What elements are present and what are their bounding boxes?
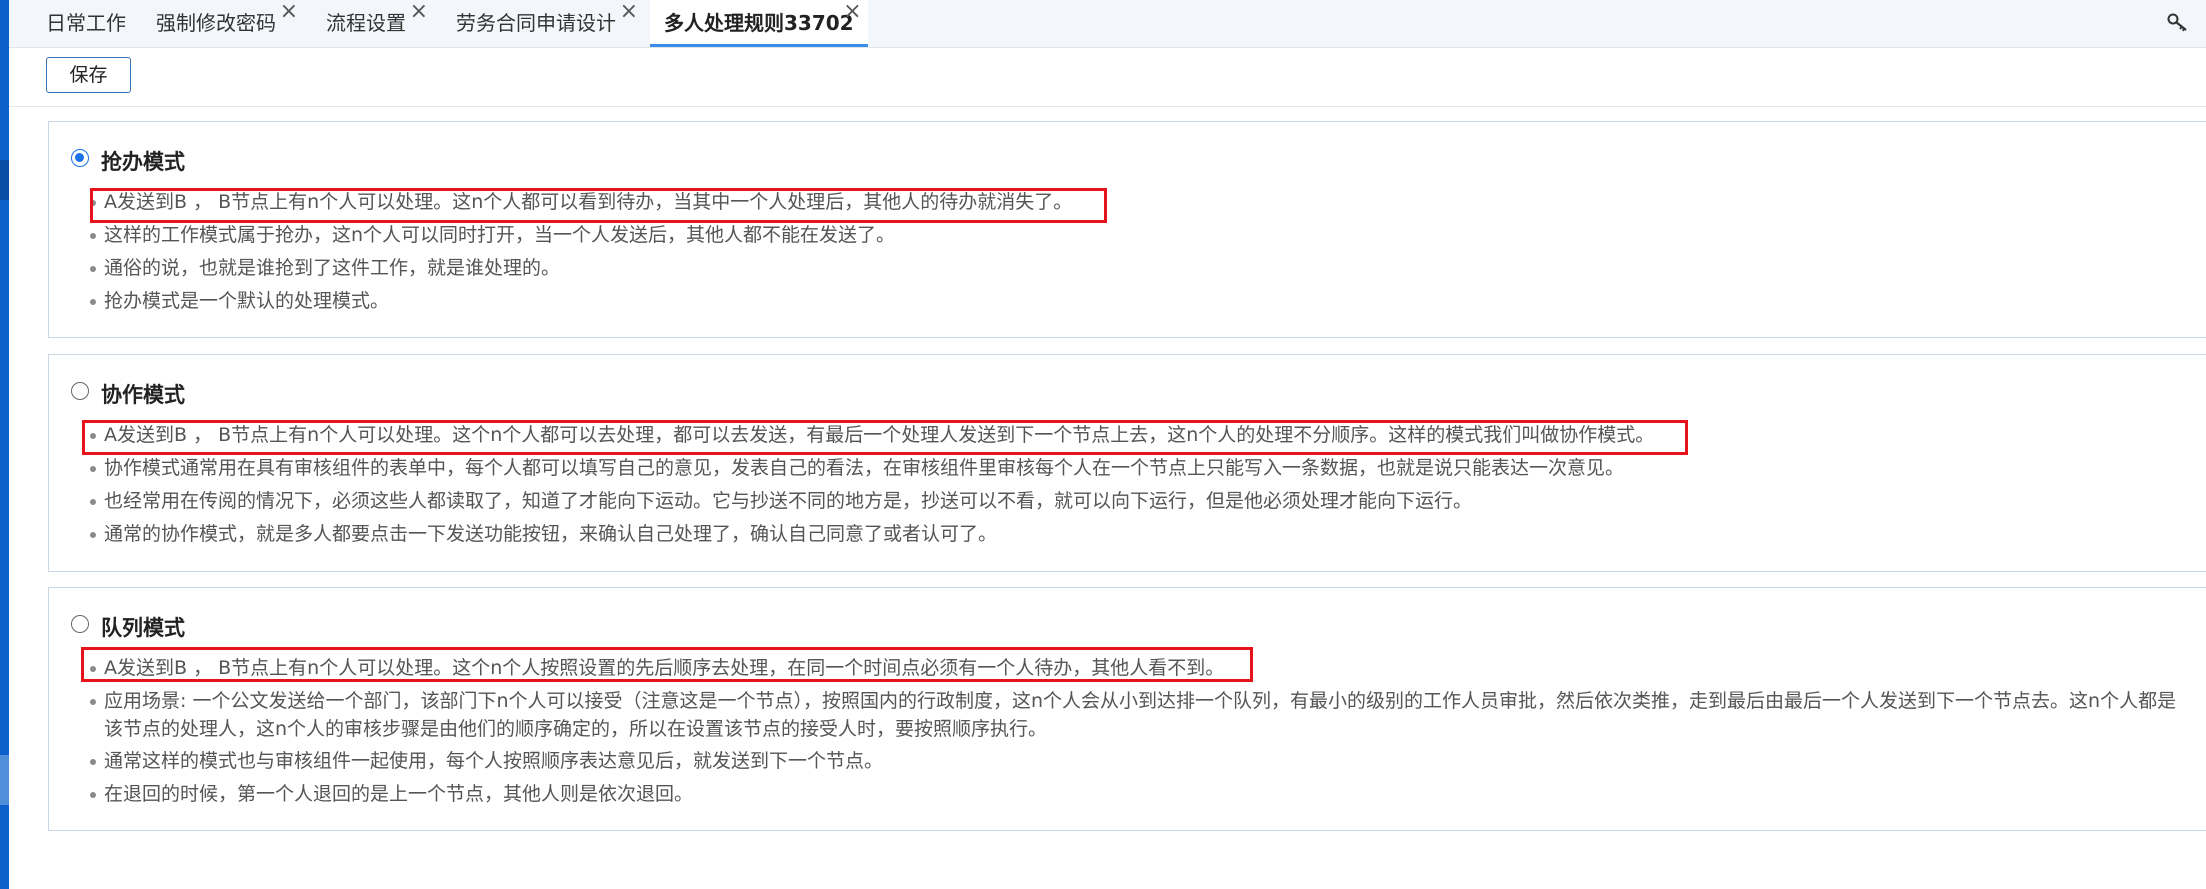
list-item: 也经常用在传阅的情况下，必须这些人都读取了，知道了才能向下运动。它与抄送不同的地… — [89, 487, 1472, 515]
list-item: 协作模式通常用在具有审核组件的表单中，每个人都可以填写自己的意见，发表自己的看法… — [89, 454, 1624, 482]
tab-daily-work[interactable]: 日常工作 — [46, 0, 126, 47]
toolbar: 保存 — [9, 48, 2206, 107]
list-item: 抢办模式是一个默认的处理模式。 — [89, 287, 389, 315]
key-icon[interactable] — [2166, 10, 2190, 34]
sidebar-segment — [0, 755, 9, 805]
tab-force-change-password[interactable]: 强制修改密码 × — [156, 0, 298, 47]
close-icon[interactable]: × — [843, 0, 861, 35]
close-icon[interactable]: × — [410, 0, 428, 35]
close-icon[interactable]: × — [620, 0, 638, 35]
list-item: 应用场景: 一个公文发送给一个部门，该部门下n个人可以接受（注意这是一个节点），… — [90, 687, 2179, 743]
tab-multi-person-rules[interactable]: 多人处理规则33702 × — [650, 0, 868, 47]
list-item: 通常这样的模式也与审核组件一起使用，每个人按照顺序表达意见后，就发送到下一个节点… — [89, 747, 883, 775]
mode-panel-collaborate: 协作模式 A发送到B ， B节点上有n个人可以处理。这个n个人都可以去处理，都可… — [48, 354, 2206, 572]
radio-collaborate-mode[interactable] — [71, 382, 89, 400]
mode-panel-queue: 队列模式 A发送到B ， B节点上有n个人可以处理。这个n个人按照设置的先后顺序… — [48, 587, 2206, 831]
tab-labor-contract-design[interactable]: 劳务合同申请设计 × — [456, 0, 638, 47]
list-item: 通俗的说，也就是谁抢到了这件工作，就是谁处理的。 — [89, 254, 560, 282]
list-item: 在退回的时候，第一个人退回的是上一个节点，其他人则是依次退回。 — [89, 780, 693, 808]
tab-label: 劳务合同申请设计 — [456, 11, 616, 35]
close-icon[interactable]: × — [280, 0, 298, 35]
highlight-box — [81, 647, 1253, 682]
mode-title: 队列模式 — [101, 616, 185, 640]
radio-grab-mode[interactable] — [71, 149, 89, 167]
list-item: 通常的协作模式，就是多人都要点击一下发送功能按钮，来确认自己处理了，确认自己同意… — [89, 520, 997, 548]
tab-process-settings[interactable]: 流程设置 × — [326, 0, 428, 47]
tab-bar: 日常工作 强制修改密码 × 流程设置 × 劳务合同申请设计 × 多人处理规则33… — [9, 0, 2206, 48]
mode-panel-grab: 抢办模式 A发送到B ， B节点上有n个人可以处理。这n个人都可以看到待办，当其… — [48, 121, 2206, 338]
tab-label: 强制修改密码 — [156, 11, 276, 35]
highlight-box — [90, 188, 1107, 223]
radio-queue-mode[interactable] — [71, 615, 89, 633]
tab-label: 多人处理规则33702 — [664, 11, 854, 35]
tab-label: 日常工作 — [46, 11, 126, 35]
mode-title: 抢办模式 — [101, 150, 185, 174]
list-item: 这样的工作模式属于抢办，这n个人可以同时打开，当一个人发送后，其他人都不能在发送… — [89, 221, 895, 249]
mode-title: 协作模式 — [101, 383, 185, 407]
tab-label: 流程设置 — [326, 11, 406, 35]
save-button[interactable]: 保存 — [46, 57, 131, 93]
left-sidebar-strip — [0, 0, 9, 889]
sidebar-segment — [0, 160, 9, 200]
highlight-box — [82, 420, 1688, 455]
